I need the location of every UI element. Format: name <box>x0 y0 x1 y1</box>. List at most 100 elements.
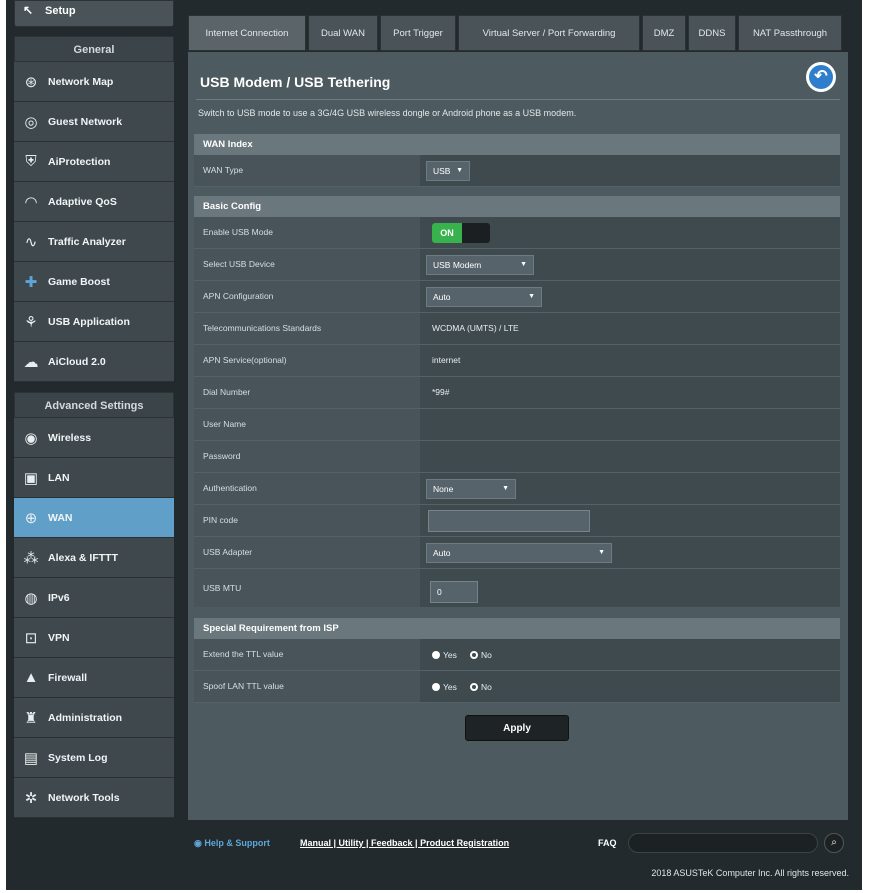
nav-system-log-label: System Log <box>48 751 108 764</box>
lan-icon: ▣ <box>23 469 39 487</box>
row-pin-code: PIN code <box>194 505 840 537</box>
setup-arrow-icon: ↖ <box>23 3 34 17</box>
password-input[interactable] <box>432 441 812 472</box>
tab-dmz[interactable]: DMZ <box>642 15 686 51</box>
usb-mtu-input[interactable]: 0 <box>430 581 478 603</box>
nav-system-log[interactable]: ▤ System Log <box>14 738 174 778</box>
dial-number-input[interactable]: *99# <box>432 377 450 408</box>
nav-usb-application[interactable]: ⚘ USB Application <box>14 302 174 342</box>
nav-usb-application-label: USB Application <box>48 315 130 328</box>
nav-traffic-analyzer[interactable]: ∿ Traffic Analyzer <box>14 222 174 262</box>
pulse-icon: ∿ <box>24 233 38 251</box>
help-support-link[interactable]: ◉ Help & Support <box>194 838 270 849</box>
nav-guest-network-label: Guest Network <box>48 115 123 128</box>
nav-administration[interactable]: ♜ Administration <box>14 698 174 738</box>
tab-port-trigger[interactable]: Port Trigger <box>380 15 456 51</box>
nav-lan[interactable]: ▣ LAN <box>14 458 174 498</box>
faq-label: FAQ <box>598 838 617 848</box>
user-name-input[interactable] <box>432 409 812 440</box>
apn-service-input[interactable]: internet <box>432 345 460 376</box>
row-apn-config: APN Configuration Auto ▼ <box>194 281 840 313</box>
apply-button[interactable]: Apply <box>465 715 569 741</box>
tab-virtual-server[interactable]: Virtual Server / Port Forwarding <box>458 15 640 51</box>
firewall-icon: ▲ <box>23 669 39 686</box>
wan-type-select[interactable]: USB ▼ <box>426 161 470 181</box>
nav-aicloud[interactable]: ☁ AiCloud 2.0 <box>14 342 174 382</box>
nav-ipv6[interactable]: ◍ IPv6 <box>14 578 174 618</box>
row-enable-usb: Enable USB Mode ON <box>194 217 840 249</box>
nav-network-tools[interactable]: ✲ Network Tools <box>14 778 174 818</box>
usb-icon: ⚘ <box>24 313 38 331</box>
admin-icon: ♜ <box>24 709 38 727</box>
wan-type-value: USB <box>433 166 451 176</box>
nav-aicloud-label: AiCloud 2.0 <box>48 355 106 368</box>
nav-aiprotection-label: AiProtection <box>48 155 111 168</box>
tab-nat-passthrough[interactable]: NAT Passthrough <box>738 15 842 51</box>
advanced-settings-header: Advanced Settings <box>14 392 174 418</box>
row-apn-service: APN Service(optional) internet <box>194 345 840 377</box>
extend-ttl-label: Extend the TTL value <box>194 639 420 670</box>
spoof-ttl-no-radio[interactable]: No <box>470 682 492 692</box>
row-user-name: User Name <box>194 409 840 441</box>
gamepad-icon: ✚ <box>24 273 38 291</box>
chevron-down-icon: ▼ <box>520 261 527 268</box>
radio-selected-icon <box>432 651 440 659</box>
row-dial-number: Dial Number *99# <box>194 377 840 409</box>
alexa-icon: ⁂ <box>23 549 39 567</box>
tab-dual-wan[interactable]: Dual WAN <box>308 15 378 51</box>
authentication-label: Authentication <box>194 473 420 504</box>
nav-guest-network[interactable]: ◎ Guest Network <box>14 102 174 142</box>
extend-ttl-yes-radio[interactable]: Yes <box>432 650 457 660</box>
page-description: Switch to USB mode to use a 3G/4G USB wi… <box>198 108 577 118</box>
usb-adapter-select[interactable]: Auto ▼ <box>426 543 612 563</box>
chevron-down-icon: ▼ <box>528 293 535 300</box>
search-icon[interactable]: ⌕ <box>824 833 844 853</box>
nav-adaptive-qos[interactable]: ◠ Adaptive QoS <box>14 182 174 222</box>
tab-internet-connection[interactable]: Internet Connection <box>188 15 306 51</box>
footer-links[interactable]: Manual | Utility | Feedback | Product Re… <box>300 838 509 848</box>
section-basic-config: Basic Config <box>194 196 840 217</box>
usb-device-label: Select USB Device <box>194 249 420 280</box>
footer: ◉ Help & Support Manual | Utility | Feed… <box>188 832 848 856</box>
nav-game-boost[interactable]: ✚ Game Boost <box>14 262 174 302</box>
nav-firewall-label: Firewall <box>48 671 88 684</box>
row-usb-device: Select USB Device USB Modem ▼ <box>194 249 840 281</box>
shield-icon: ⛨ <box>25 153 37 170</box>
usb-device-select[interactable]: USB Modem ▼ <box>426 255 534 275</box>
enable-usb-toggle[interactable]: ON <box>432 223 490 243</box>
quick-setup-button[interactable]: ↖ Setup <box>14 0 174 27</box>
chevron-down-icon: ▼ <box>502 485 509 492</box>
apn-config-value: Auto <box>433 292 451 302</box>
nav-wireless[interactable]: ◉ Wireless <box>14 418 174 458</box>
nav-alexa-ifttt[interactable]: ⁂ Alexa & IFTTT <box>14 538 174 578</box>
help-support-label: Help & Support <box>204 838 270 848</box>
nav-lan-label: LAN <box>48 471 70 484</box>
nav-wireless-label: Wireless <box>48 431 92 444</box>
faq-search-input[interactable] <box>628 833 818 853</box>
row-extend-ttl: Extend the TTL value Yes No <box>194 639 840 671</box>
back-button[interactable]: ↶ <box>806 62 836 92</box>
row-password: Password <box>194 441 840 473</box>
nav-network-map[interactable]: ⊛ Network Map <box>14 62 174 102</box>
tools-icon: ✲ <box>24 789 38 807</box>
apn-config-select[interactable]: Auto ▼ <box>426 287 542 307</box>
tab-ddns[interactable]: DDNS <box>688 15 736 51</box>
row-usb-mtu: USB MTU 0 <box>194 569 840 607</box>
extend-ttl-no-radio[interactable]: No <box>470 650 492 660</box>
apn-config-label: APN Configuration <box>194 281 420 312</box>
row-wan-type: WAN Type USB ▼ <box>194 155 840 187</box>
copyright: 2018 ASUSTeK Computer Inc. All rights re… <box>651 868 849 878</box>
page-title: USB Modem / USB Tethering <box>200 74 391 90</box>
toggle-on-label: ON <box>432 223 462 243</box>
nav-vpn[interactable]: ⊡ VPN <box>14 618 174 658</box>
nav-firewall[interactable]: ▲ Firewall <box>14 658 174 698</box>
usb-mtu-label: USB MTU <box>194 569 420 607</box>
nav-game-boost-label: Game Boost <box>48 275 110 288</box>
row-spoof-ttl: Spoof LAN TTL value Yes No <box>194 671 840 703</box>
authentication-select[interactable]: None ▼ <box>426 479 516 499</box>
pin-code-input[interactable] <box>428 510 590 532</box>
radio-selected-icon <box>432 683 440 691</box>
spoof-ttl-yes-radio[interactable]: Yes <box>432 682 457 692</box>
nav-aiprotection[interactable]: ⛨ AiProtection <box>14 142 174 182</box>
nav-wan[interactable]: ⊕ WAN <box>14 498 174 538</box>
